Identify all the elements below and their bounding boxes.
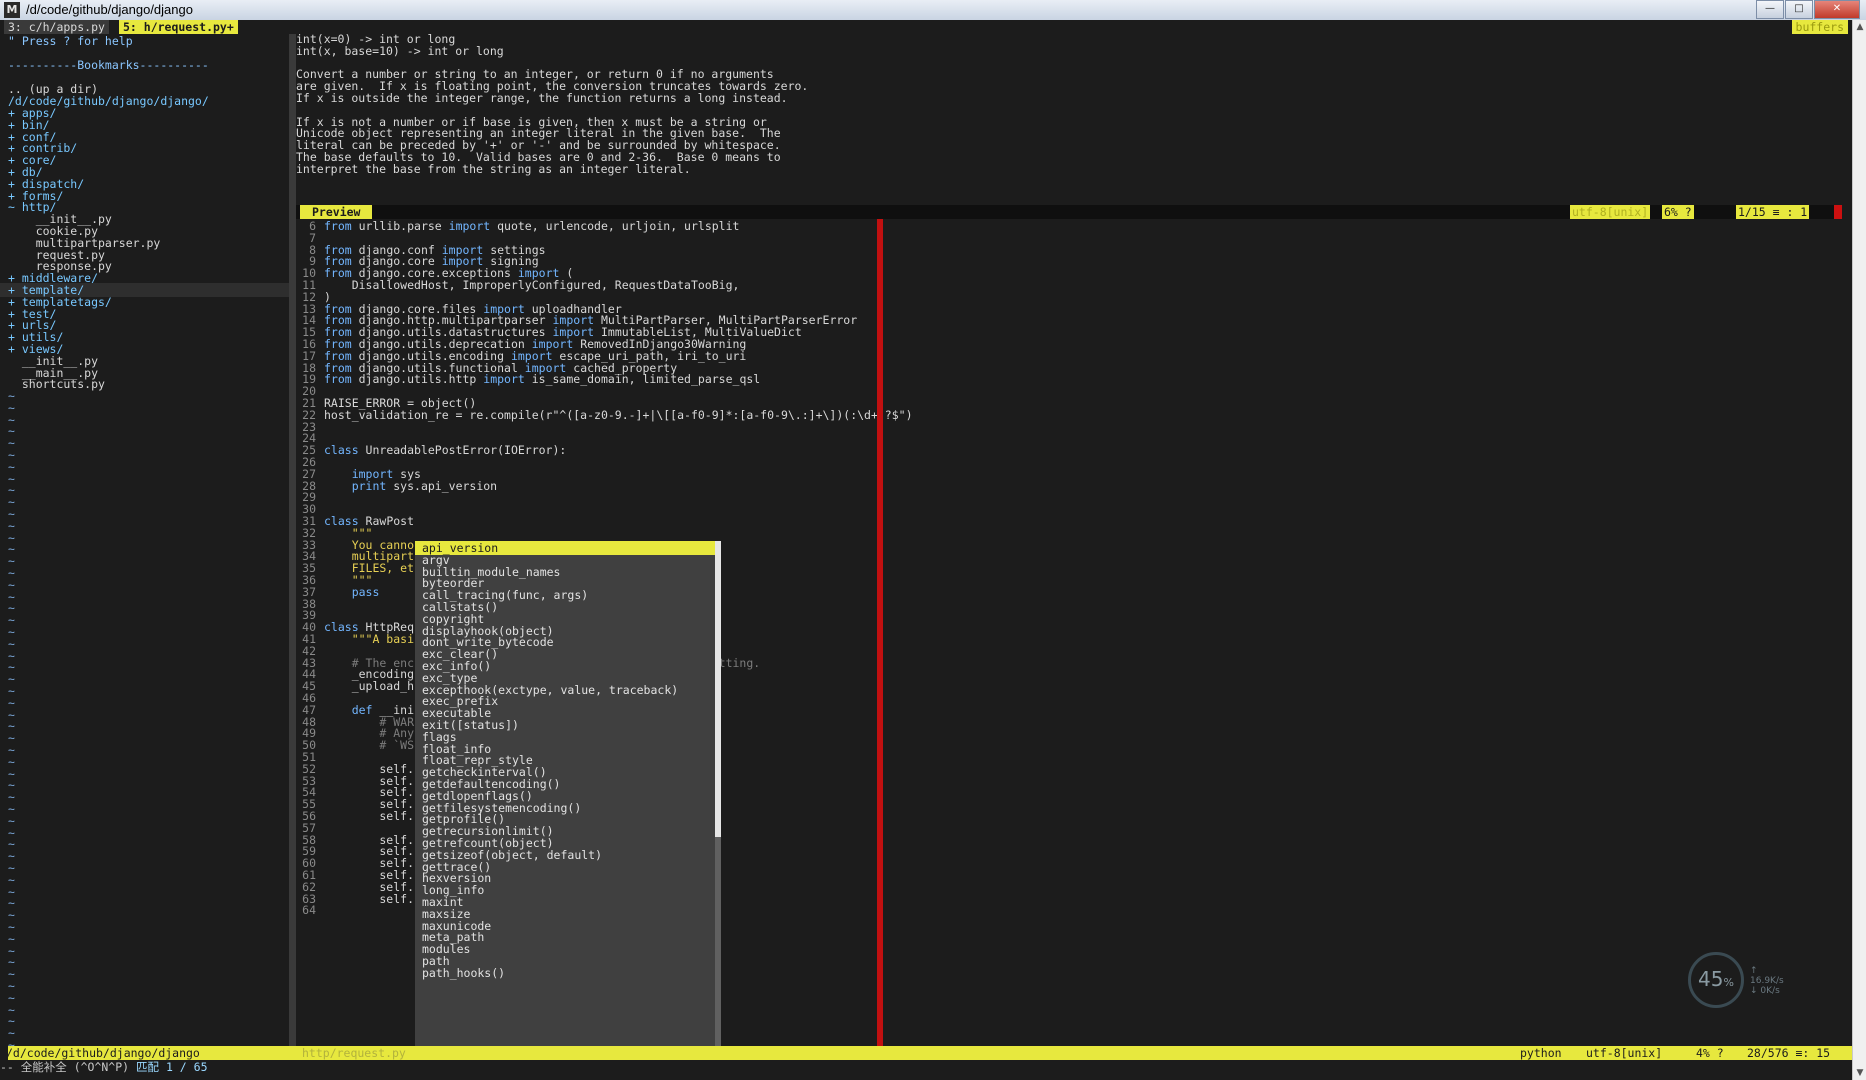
- cpu-percent: 45%: [1698, 967, 1734, 991]
- line-number: 64: [302, 903, 316, 918]
- completion-popup[interactable]: path_hooks() path modules meta_path maxunico…: [415, 541, 721, 1059]
- vertical-split-separator[interactable]: [289, 34, 296, 1046]
- code-line[interactable]: DisallowedHost, ImproperlyConfigured, Re…: [324, 278, 740, 292]
- statusline-encoding: utf-8[unix]: [1586, 1046, 1663, 1060]
- tabline: 3: c/h/apps.py 5: h/request.py+ buffers: [0, 20, 1852, 34]
- code-line[interactable]: _upload_h: [324, 679, 414, 693]
- buffers-indicator[interactable]: buffers: [1791, 20, 1848, 34]
- code-line[interactable]: # `WS: [324, 738, 414, 752]
- preview-docstring: int(x=0) -> int or long int(x, base=10) -…: [296, 32, 1842, 206]
- vim-app-icon: M: [4, 2, 20, 18]
- download-speed: ↓ 0K/s: [1750, 986, 1780, 996]
- preview-line: If x is outside the integer range, the f…: [296, 90, 788, 105]
- tab-request-py[interactable]: 5: h/request.py+: [119, 20, 238, 34]
- nerdtree-help: " Press ? for help: [8, 34, 133, 48]
- scroll-up-icon[interactable]: ▲: [1855, 22, 1865, 32]
- code-line[interactable]: self.: [324, 809, 414, 823]
- nerdtree-panel: " Press ? for help ----------Bookmarks--…: [0, 34, 289, 1052]
- code-line[interactable]: from django.utils.http import is_same_do…: [324, 372, 760, 386]
- nerdtree-bookmarks-header: ----------Bookmarks----------: [8, 58, 209, 72]
- statusline: /d/code/github/django/django http/reques…: [0, 1046, 1852, 1060]
- preview-line: int(x=0) -> int or long: [296, 32, 456, 46]
- code-line[interactable]: print sys.api_version: [324, 479, 497, 493]
- completion-item-selected[interactable]: api_version: [415, 541, 721, 555]
- code-line[interactable]: host_validation_re = re.compile(r"^([a-z…: [324, 408, 913, 422]
- window-title: /d/code/github/django/django: [26, 2, 193, 17]
- statusline-position: 28/576 ≡: 15: [1747, 1046, 1831, 1060]
- preview-percent: 6% ?: [1662, 205, 1694, 219]
- code-line[interactable]: from urllib.parse import quote, urlencod…: [324, 219, 739, 233]
- window-controls: — □ ✕: [1756, 0, 1860, 19]
- statusline-percent: 4% ?: [1696, 1046, 1724, 1060]
- nerdtree-entry[interactable]: shortcuts.py: [8, 377, 105, 391]
- preview-line: interpret the base from the string as an…: [296, 161, 691, 176]
- statusline-tree-path: /d/code/github/django/django: [6, 1046, 200, 1060]
- upload-speed: ↑ 16.9K/s: [1750, 966, 1784, 986]
- preview-statusline: Preview utf-8[unix] 6% ? 1/15 ≡ : 1: [296, 205, 1842, 219]
- scroll-down-icon[interactable]: ▼: [1855, 1068, 1865, 1078]
- preview-line: int(x, base=10) -> int or long: [296, 43, 504, 58]
- tab-apps-py[interactable]: 3: c/h/apps.py: [4, 20, 109, 34]
- window-scrollbar[interactable]: ▲ ▼: [1852, 20, 1866, 1080]
- code-line[interactable]: self.: [324, 892, 414, 906]
- maximize-button[interactable]: □: [1785, 0, 1813, 19]
- code-line[interactable]: pass: [324, 585, 380, 599]
- preview-status-marker: [1834, 205, 1842, 219]
- statusline-mode-block: [0, 1046, 8, 1060]
- close-button[interactable]: ✕: [1814, 0, 1860, 19]
- popup-scrollbar-thumb[interactable]: [715, 541, 721, 837]
- statusline-filetype: python: [1520, 1046, 1562, 1060]
- code-line[interactable]: """A basi: [324, 632, 414, 646]
- preview-position: 1/15 ≡ : 1: [1736, 205, 1810, 219]
- command-line[interactable]: -- 全能补全 (^O^N^P) 匹配 1 / 65: [0, 1060, 1852, 1074]
- color-column: [877, 219, 883, 1047]
- code-line[interactable]: class UnreadablePostError(IOError):: [324, 443, 566, 457]
- completion-mode-text: -- 全能补全 (^O^N^P): [0, 1060, 130, 1074]
- statusline-filename: http/request.py: [302, 1046, 406, 1060]
- minimize-button[interactable]: —: [1756, 0, 1784, 19]
- network-monitor-widget[interactable]: 45% ↑ 16.9K/s ↓ 0K/s: [1688, 952, 1784, 1014]
- preview-encoding: utf-8[unix]: [1570, 205, 1651, 219]
- preview-label: Preview: [300, 205, 373, 219]
- window-titlebar: M /d/code/github/django/django — □ ✕: [0, 0, 1866, 21]
- completion-match-count: 匹配 1 / 65: [136, 1060, 208, 1074]
